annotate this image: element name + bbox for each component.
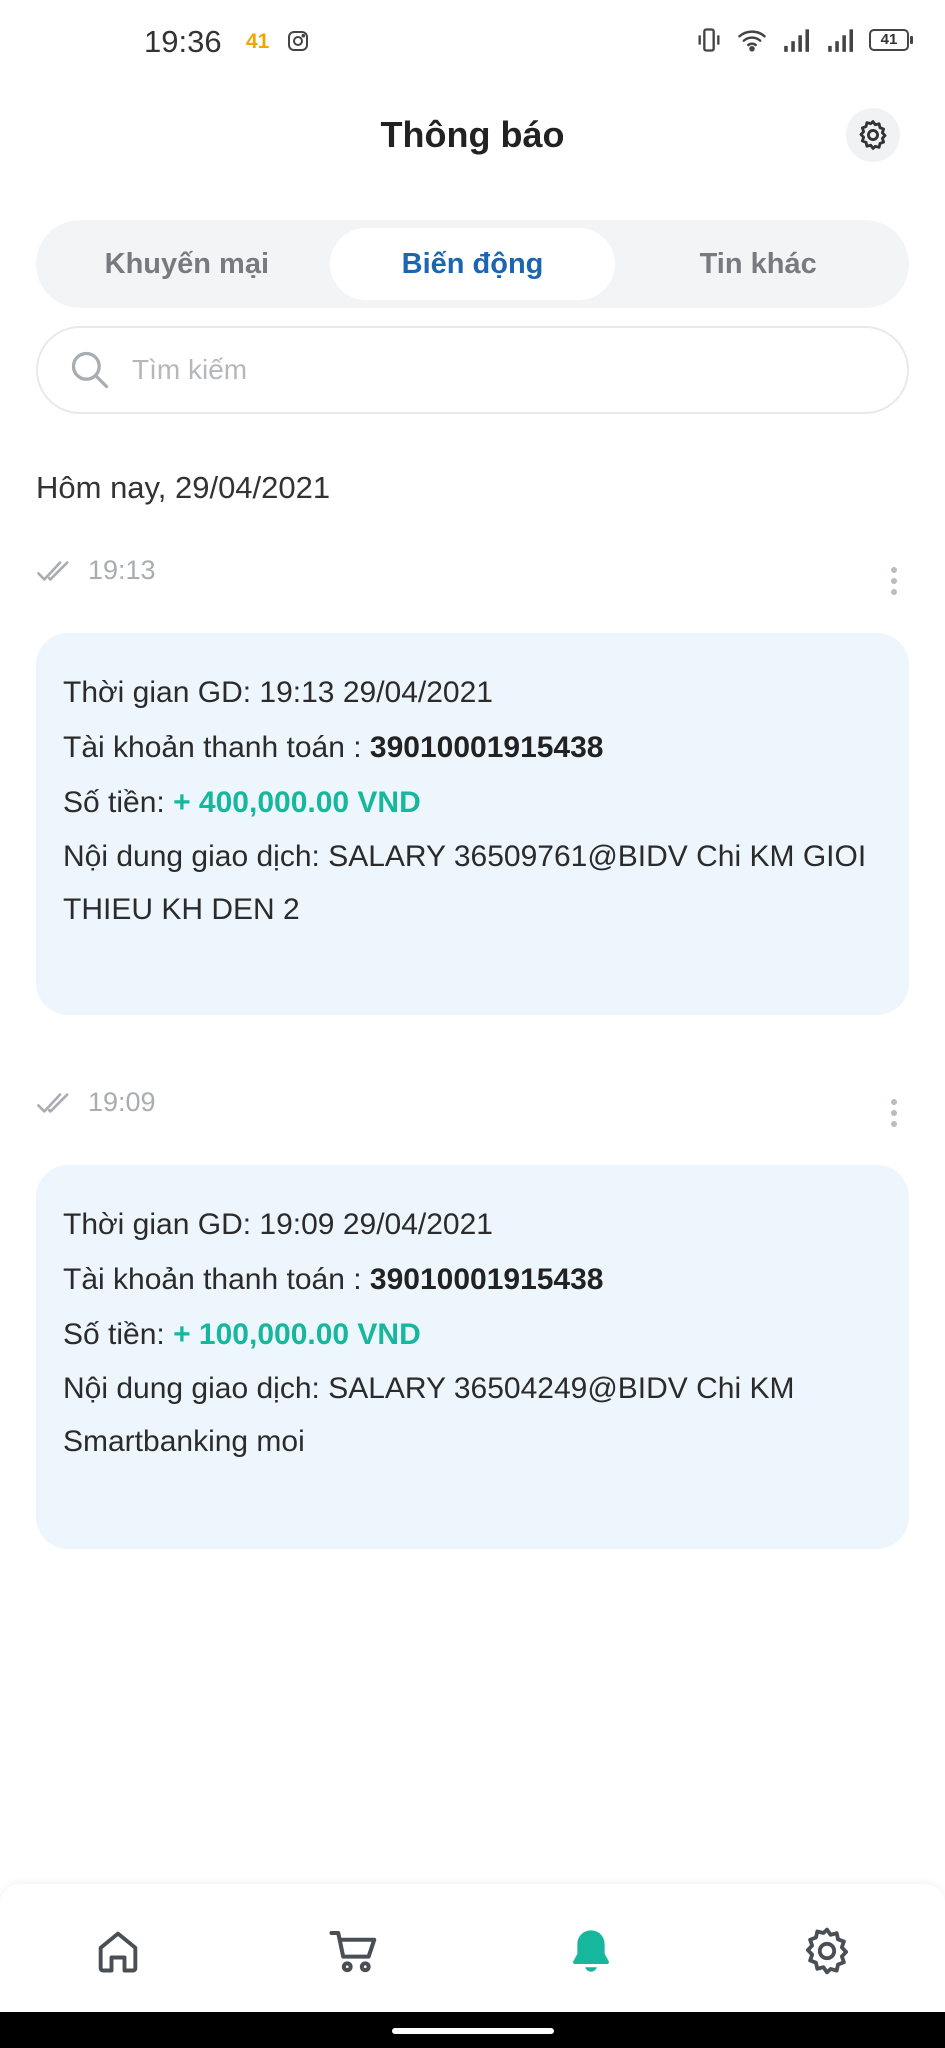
- amount-line: Số tiền: + 100,000.00 VND: [63, 1307, 882, 1362]
- battery-icon: 41: [869, 29, 913, 51]
- transaction-card[interactable]: Thời gian GD: 19:13 29/04/2021 Tài khoản…: [36, 633, 909, 1015]
- tab-bar: Khuyến mại Biến động Tin khác: [36, 220, 909, 308]
- more-options-icon[interactable]: [878, 561, 910, 601]
- home-icon: [98, 1931, 138, 1973]
- transaction-time-label: Thời gian GD:: [63, 676, 252, 709]
- account-label: Tài khoản thanh toán :: [63, 1263, 362, 1296]
- notification-time: 19:13: [88, 555, 156, 585]
- signal-icon-2: [828, 29, 853, 52]
- status-icons: 41: [695, 26, 913, 54]
- amount-value: + 400,000.00 VND: [173, 786, 421, 819]
- double-check-icon: [37, 1092, 69, 1113]
- search-bar[interactable]: [36, 326, 909, 414]
- description-line: Nội dung giao dịch: SALARY 36504249@BIDV…: [63, 1362, 882, 1468]
- nav-settings[interactable]: [782, 1906, 872, 1996]
- more-options-icon[interactable]: [878, 1093, 910, 1133]
- notification-count-badge: 41: [246, 30, 270, 53]
- signal-icon: [784, 29, 809, 52]
- search-icon: [71, 351, 109, 389]
- date-heading: Hôm nay, 29/04/2021: [36, 470, 331, 505]
- transaction-time-label: Thời gian GD:: [63, 1208, 252, 1241]
- notification-time: 19:09: [88, 1087, 156, 1117]
- page-title: Thông báo: [380, 114, 565, 155]
- account-number: 39010001915438: [369, 1263, 604, 1296]
- instagram-icon: [288, 31, 308, 51]
- amount-label: Số tiền:: [63, 1318, 165, 1351]
- status-bar: 19:36 41 41: [0, 0, 945, 86]
- nav-home[interactable]: [73, 1906, 163, 1996]
- notification-settings-button[interactable]: [846, 108, 900, 162]
- account-number: 39010001915438: [369, 731, 604, 764]
- vibrate-icon: [698, 28, 720, 52]
- tab-transactions[interactable]: Biến động: [329, 228, 616, 300]
- wifi-icon: [738, 30, 766, 52]
- account-line: Tài khoản thanh toán : 39010001915438: [63, 720, 882, 775]
- transaction-time-line: Thời gian GD: 19:13 29/04/2021: [63, 665, 882, 720]
- cart-icon: [329, 1930, 377, 1973]
- header: Thông báo: [0, 100, 945, 170]
- notification-meta: 19:09: [36, 1087, 156, 1118]
- bottom-navigation: [0, 1884, 945, 2012]
- bell-icon: [573, 1930, 609, 1972]
- transaction-time-line: Thời gian GD: 19:09 29/04/2021: [63, 1197, 882, 1252]
- search-input[interactable]: [132, 354, 832, 386]
- status-time: 19:36: [144, 24, 222, 59]
- nav-shop[interactable]: [309, 1906, 399, 1996]
- gear-icon: [859, 120, 887, 150]
- amount-label: Số tiền:: [63, 786, 165, 819]
- description-label: Nội dung giao dịch:: [63, 1372, 320, 1405]
- transaction-time-value: 19:09 29/04/2021: [259, 1208, 493, 1241]
- account-label: Tài khoản thanh toán :: [63, 731, 362, 764]
- amount-value: + 100,000.00 VND: [173, 1318, 421, 1351]
- notification-meta: 19:13: [36, 555, 156, 586]
- description-line: Nội dung giao dịch: SALARY 36509761@BIDV…: [63, 830, 882, 936]
- settings-icon: [805, 1927, 849, 1975]
- description-label: Nội dung giao dịch:: [63, 840, 320, 873]
- home-indicator[interactable]: [392, 2028, 554, 2034]
- nav-notifications[interactable]: [546, 1906, 636, 1996]
- transaction-time-value: 19:13 29/04/2021: [259, 676, 493, 709]
- tab-promotions[interactable]: Khuyến mại: [44, 228, 330, 300]
- double-check-icon: [37, 560, 69, 581]
- account-line: Tài khoản thanh toán : 39010001915438: [63, 1252, 882, 1307]
- transaction-card[interactable]: Thời gian GD: 19:09 29/04/2021 Tài khoản…: [36, 1165, 909, 1549]
- amount-line: Số tiền: + 400,000.00 VND: [63, 775, 882, 830]
- tab-other-news[interactable]: Tin khác: [615, 228, 901, 300]
